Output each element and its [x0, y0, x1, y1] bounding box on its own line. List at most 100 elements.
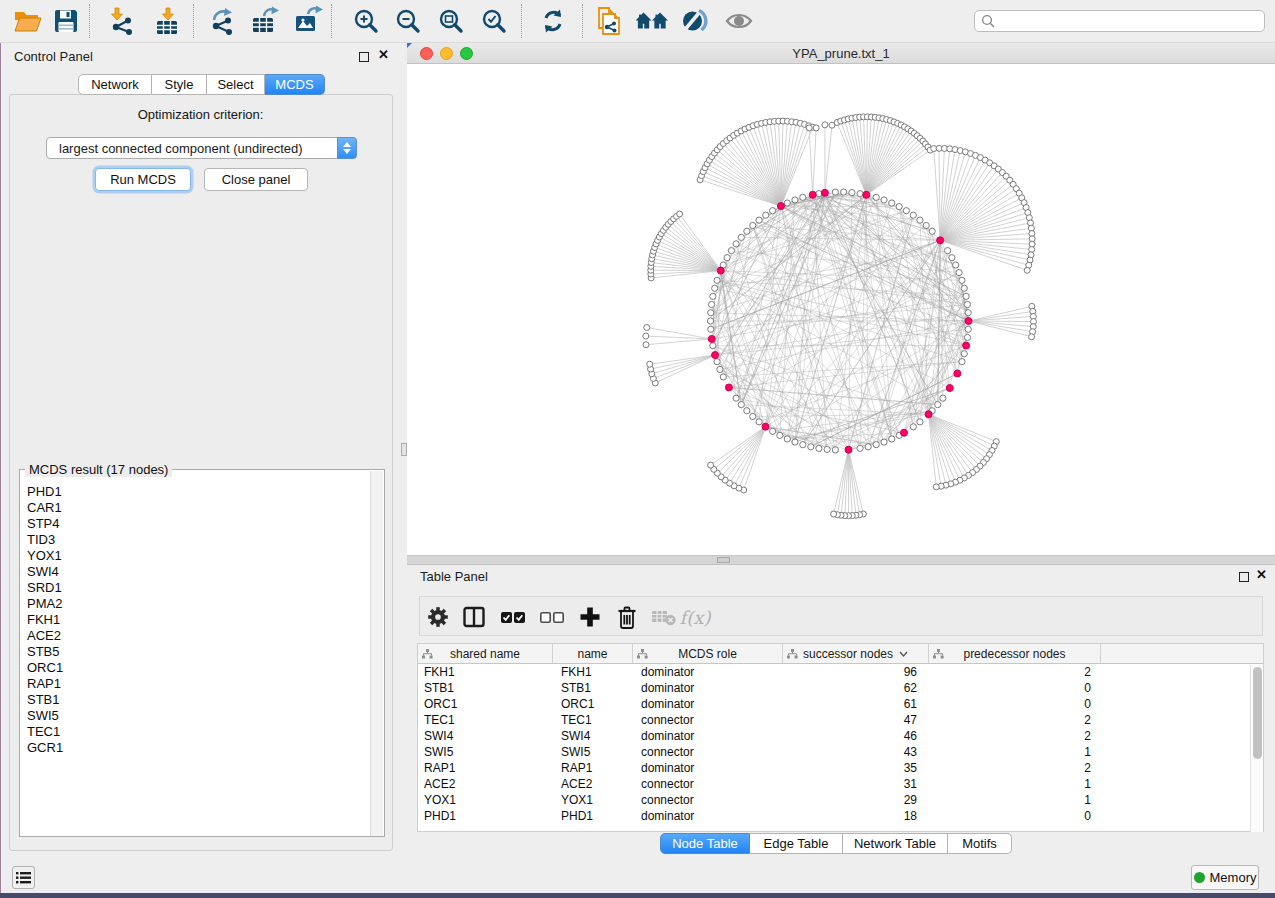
- refresh-icon[interactable]: [537, 5, 569, 37]
- table-row[interactable]: ORC1ORC1dominator610: [418, 696, 1263, 712]
- tab-network[interactable]: Network: [78, 74, 152, 95]
- zoom-selected-icon[interactable]: [478, 5, 510, 37]
- network-graph-canvas[interactable]: [407, 64, 1275, 555]
- add-icon[interactable]: [574, 601, 606, 633]
- table-row[interactable]: YOX1YOX1connector291: [418, 792, 1263, 808]
- mcds-result-item[interactable]: SWI5: [21, 708, 369, 724]
- zoom-fit-icon[interactable]: [435, 5, 467, 37]
- mcds-result-item[interactable]: RAP1: [21, 676, 369, 692]
- mcds-result-item[interactable]: STB1: [21, 692, 369, 708]
- import-network-icon[interactable]: [106, 5, 138, 37]
- tab-select[interactable]: Select: [207, 74, 265, 95]
- import-table-icon[interactable]: [152, 5, 184, 37]
- cell-MCDS-role: dominator: [633, 680, 783, 696]
- control-panel: Control Panel ✕ NetworkStyleSelectMCDS O…: [1, 43, 400, 858]
- node-table: shared namenameMCDS rolesuccessor nodesp…: [417, 643, 1264, 832]
- mcds-result-item[interactable]: TEC1: [21, 724, 369, 740]
- mcds-result-item[interactable]: SRD1: [21, 580, 369, 596]
- unselect-all-icon[interactable]: [536, 601, 568, 633]
- mcds-result-item[interactable]: STB5: [21, 644, 369, 660]
- vertical-splitter-handle[interactable]: [401, 443, 407, 456]
- column-header-successor-nodes[interactable]: successor nodes: [783, 644, 929, 663]
- table-toolbar: f(x): [419, 596, 1263, 636]
- column-header-name[interactable]: name: [553, 644, 633, 663]
- search-icon: [981, 14, 996, 29]
- cell-predecessor-nodes: 2: [929, 760, 1101, 776]
- horizontal-splitter[interactable]: [407, 555, 1275, 565]
- save-icon[interactable]: [50, 5, 82, 37]
- mcds-result-item[interactable]: YOX1: [21, 548, 369, 564]
- control-panel-close-icon[interactable]: ✕: [378, 47, 389, 62]
- cell-predecessor-nodes: 2: [929, 728, 1101, 744]
- tab-motifs[interactable]: Motifs: [948, 833, 1012, 854]
- export-network-icon[interactable]: [207, 5, 239, 37]
- run-mcds-button[interactable]: Run MCDS: [95, 168, 191, 191]
- mcds-list-scrollbar[interactable]: [370, 471, 383, 836]
- network-view-panel: YPA_prune.txt_1: [407, 43, 1275, 555]
- column-header-predecessor-nodes[interactable]: predecessor nodes: [929, 644, 1101, 663]
- table-panel-float-icon[interactable]: [1239, 572, 1249, 582]
- mcds-result-item[interactable]: PHD1: [21, 484, 369, 500]
- window-left-border: [0, 43, 1, 893]
- table-row[interactable]: SWI4SWI4dominator462: [418, 728, 1263, 744]
- vertical-splitter[interactable]: [400, 43, 407, 858]
- tab-network-table[interactable]: Network Table: [843, 833, 948, 854]
- new-network-from-file-icon[interactable]: [593, 5, 625, 37]
- export-table-icon[interactable]: [249, 5, 281, 37]
- show-graphics-details-icon[interactable]: [723, 5, 755, 37]
- table-panel-close-icon[interactable]: ✕: [1256, 567, 1267, 582]
- cell-predecessor-nodes: 1: [929, 776, 1101, 792]
- cell-name: FKH1: [553, 664, 633, 680]
- delete-icon[interactable]: [611, 601, 643, 633]
- mcds-result-item[interactable]: PMA2: [21, 596, 369, 612]
- search-input[interactable]: [974, 10, 1265, 32]
- mcds-result-item[interactable]: ACE2: [21, 628, 369, 644]
- tab-edge-table[interactable]: Edge Table: [750, 833, 843, 854]
- mcds-result-item[interactable]: CAR1: [21, 500, 369, 516]
- task-history-button[interactable]: [12, 866, 35, 889]
- table-row[interactable]: RAP1RAP1dominator352: [418, 760, 1263, 776]
- mcds-result-item[interactable]: SWI4: [21, 564, 369, 580]
- zoom-in-icon[interactable]: [350, 5, 382, 37]
- mcds-result-item[interactable]: FKH1: [21, 612, 369, 628]
- mcds-result-item[interactable]: GCR1: [21, 740, 369, 756]
- network-window-titlebar[interactable]: YPA_prune.txt_1: [407, 43, 1275, 64]
- table-row[interactable]: ACE2ACE2connector311: [418, 776, 1263, 792]
- table-settings-icon[interactable]: [422, 601, 454, 633]
- tab-mcds[interactable]: MCDS: [265, 74, 325, 95]
- home-icon[interactable]: [636, 5, 668, 37]
- horizontal-splitter-handle[interactable]: [717, 557, 730, 563]
- table-row[interactable]: SWI5SWI5connector431: [418, 744, 1263, 760]
- function-builder-icon[interactable]: f(x): [679, 601, 711, 633]
- zoom-out-icon[interactable]: [392, 5, 424, 37]
- mcds-result-item[interactable]: TID3: [21, 532, 369, 548]
- column-header-shared-name[interactable]: shared name: [418, 644, 553, 663]
- control-panel-float-icon[interactable]: [359, 52, 369, 62]
- criterion-select[interactable]: largest connected component (undirected): [46, 137, 357, 159]
- export-image-icon[interactable]: [292, 5, 324, 37]
- delete-table-icon[interactable]: [648, 601, 680, 633]
- cell-shared-name: ACE2: [418, 776, 553, 792]
- mcds-result-item[interactable]: STP4: [21, 516, 369, 532]
- table-scrollbar[interactable]: [1250, 665, 1263, 832]
- cell-successor-nodes: 47: [783, 712, 929, 728]
- column-header-MCDS-role[interactable]: MCDS role: [633, 644, 783, 663]
- table-row[interactable]: TEC1TEC1connector472: [418, 712, 1263, 728]
- desktop-background-strip: [0, 893, 1275, 898]
- close-panel-button[interactable]: Close panel: [204, 168, 308, 191]
- table-scrollbar-thumb[interactable]: [1253, 667, 1262, 759]
- memory-button[interactable]: Memory: [1191, 865, 1259, 890]
- show-column-icon[interactable]: [458, 601, 490, 633]
- tab-node-table[interactable]: Node Table: [660, 833, 750, 854]
- mcds-result-box: MCDS result (17 nodes) PHD1CAR1STP4TID3Y…: [19, 469, 385, 837]
- cell-name: ACE2: [553, 776, 633, 792]
- table-row[interactable]: STB1STB1dominator620: [418, 680, 1263, 696]
- table-row[interactable]: PHD1PHD1dominator180: [418, 808, 1263, 824]
- hide-graphics-details-icon[interactable]: [679, 5, 711, 37]
- table-row[interactable]: FKH1FKH1dominator962: [418, 664, 1263, 680]
- mcds-result-item[interactable]: ORC1: [21, 660, 369, 676]
- tab-style[interactable]: Style: [152, 74, 207, 95]
- cell-name: PHD1: [553, 808, 633, 824]
- select-all-icon[interactable]: [497, 601, 529, 633]
- open-file-icon[interactable]: [11, 5, 43, 37]
